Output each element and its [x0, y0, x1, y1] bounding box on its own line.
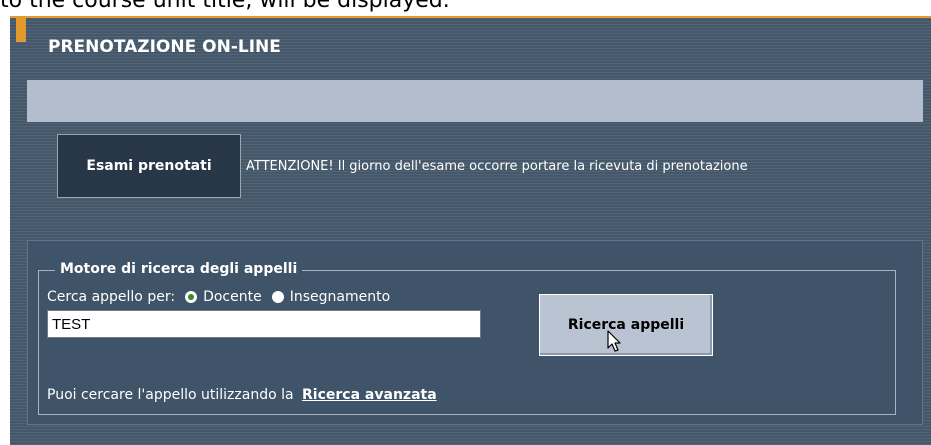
booked-exams-button[interactable]: Esami prenotati — [57, 134, 241, 198]
advanced-search-prefix: Puoi cercare l'appello utilizzando la — [47, 387, 294, 403]
search-by-label: Cerca appello per: — [47, 289, 176, 305]
search-legend: Motore di ricerca degli appelli — [55, 258, 303, 280]
radio-insegnamento[interactable] — [271, 291, 284, 303]
advanced-search-hint: Puoi cercare l'appello utilizzando la Ri… — [47, 385, 437, 405]
radio-docente[interactable] — [185, 291, 198, 303]
search-by-row: Cerca appello per: Docente Insegnamento — [47, 286, 390, 308]
radio-docente-label[interactable]: Docente — [203, 286, 262, 308]
info-band — [27, 80, 923, 122]
search-button[interactable]: Ricerca appelli — [539, 294, 713, 356]
title-accent-bar — [16, 18, 26, 42]
search-button-label: Ricerca appelli — [567, 317, 685, 333]
document-caption: to the course unit title, will be displa… — [0, 0, 450, 13]
booked-exams-label: Esami prenotati — [86, 158, 212, 174]
page-title: PRENOTAZIONE ON-LINE — [48, 37, 281, 57]
advanced-search-link[interactable]: Ricerca avanzata — [302, 387, 437, 403]
search-input[interactable] — [47, 310, 481, 338]
radio-insegnamento-label[interactable]: Insegnamento — [290, 286, 390, 308]
attention-notice: ATTENZIONE! Il giorno dell'esame occorre… — [246, 159, 748, 174]
mouse-cursor-icon — [607, 330, 621, 352]
